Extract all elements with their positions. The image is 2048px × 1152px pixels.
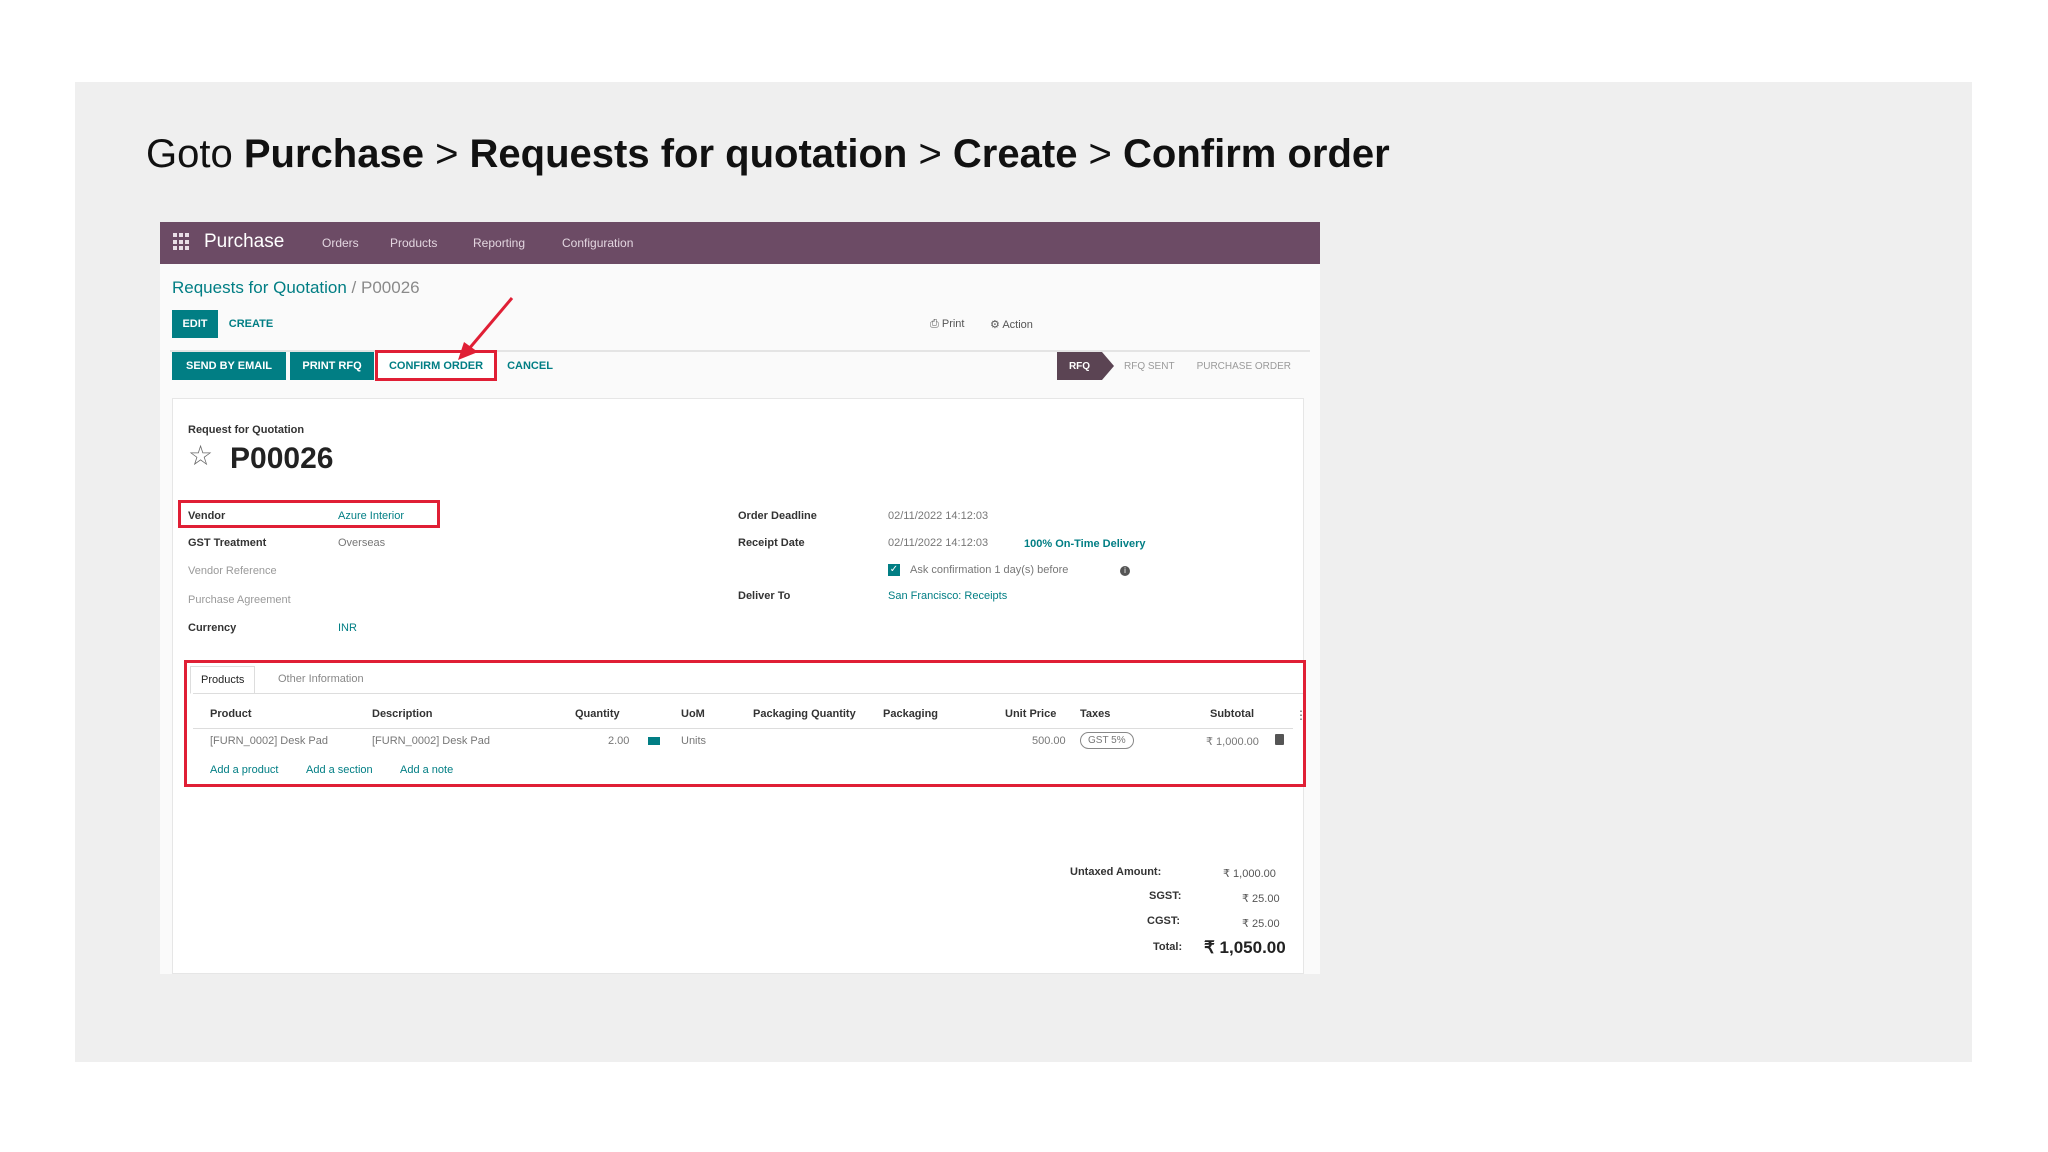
title-prefix: Goto <box>146 132 244 176</box>
action-menu[interactable]: ⚙ Action <box>990 318 1033 331</box>
order-deadline-field[interactable]: 02/11/2022 14:12:03 <box>888 510 988 522</box>
title-separator: > <box>423 132 470 176</box>
deliver-to-field[interactable]: San Francisco: Receipts <box>888 590 1007 602</box>
red-arrow-annotation <box>458 297 514 360</box>
menu-reporting[interactable]: Reporting <box>473 236 525 250</box>
cgst-value: ₹ 25.00 <box>1242 918 1280 930</box>
ontime-delivery-badge[interactable]: 100% On-Time Delivery <box>1024 538 1145 550</box>
top-navbar: Purchase Orders Products Reporting Confi… <box>160 222 1320 264</box>
slide-title: Goto Purchase > Requests for quotation >… <box>146 132 1390 177</box>
doc-type-label: Request for Quotation <box>188 424 305 436</box>
sgst-label: SGST: <box>1149 890 1182 902</box>
title-step-create: Create <box>952 132 1078 176</box>
star-icon[interactable]: ☆ <box>188 442 213 470</box>
create-button[interactable]: CREATE <box>224 310 278 338</box>
receipt-date-field[interactable]: 02/11/2022 14:12:03 <box>888 537 988 549</box>
status-bar: RFQ RFQ SENT PURCHASE ORDER <box>1057 352 1291 380</box>
status-current-rfq[interactable]: RFQ <box>1057 352 1114 380</box>
currency-label: Currency <box>188 622 237 634</box>
total-label: Total: <box>1153 941 1183 953</box>
gst-treatment-field[interactable]: Overseas <box>338 537 385 549</box>
app-name[interactable]: Purchase <box>204 231 284 253</box>
odoo-screenshot: Purchase Orders Products Reporting Confi… <box>160 222 1320 974</box>
title-step-rfq: Requests for quotation <box>469 132 908 176</box>
gear-icon: ⚙ <box>990 319 1003 331</box>
status-step-rfq-sent[interactable]: RFQ SENT <box>1124 361 1175 372</box>
sgst-value: ₹ 25.00 <box>1242 893 1280 905</box>
printer-icon: ⎙ <box>930 318 942 330</box>
order-deadline-label: Order Deadline <box>738 510 817 522</box>
breadcrumb: Requests for Quotation / P00026 <box>172 278 420 298</box>
ask-confirmation-checkbox[interactable]: ✓ <box>888 564 900 576</box>
action-label: Action <box>1002 319 1033 331</box>
purchase-agreement-label: Purchase Agreement <box>188 594 291 606</box>
print-rfq-button[interactable]: PRINT RFQ <box>290 352 374 380</box>
title-separator: > <box>1077 132 1124 176</box>
deliver-to-label: Deliver To <box>738 590 791 602</box>
menu-orders[interactable]: Orders <box>322 236 359 250</box>
gst-treatment-label: GST Treatment <box>188 537 267 549</box>
print-label: Print <box>941 318 965 330</box>
menu-products[interactable]: Products <box>390 236 437 250</box>
apps-grid-icon[interactable] <box>173 233 191 251</box>
vendor-reference-label: Vendor Reference <box>188 565 277 577</box>
info-icon: i <box>1120 566 1130 576</box>
total-value: ₹ 1,050.00 <box>1204 938 1286 957</box>
title-separator: > <box>907 132 953 176</box>
send-by-email-button[interactable]: SEND BY EMAIL <box>172 352 286 380</box>
edit-button[interactable]: EDIT <box>172 310 218 338</box>
status-step-purchase-order[interactable]: PURCHASE ORDER <box>1197 361 1291 372</box>
highlight-order-lines <box>184 660 1306 787</box>
cgst-label: CGST: <box>1147 915 1180 927</box>
title-step-purchase: Purchase <box>243 132 424 176</box>
untaxed-amount-label: Untaxed Amount: <box>1070 866 1162 878</box>
ask-confirmation-text: Ask confirmation 1 day(s) before <box>910 564 1069 576</box>
print-menu[interactable]: ⎙ Print <box>930 318 964 331</box>
menu-configuration[interactable]: Configuration <box>562 236 633 250</box>
breadcrumb-separator: / <box>346 278 361 297</box>
title-step-confirm: Confirm order <box>1123 132 1390 176</box>
breadcrumb-parent[interactable]: Requests for Quotation <box>172 278 347 297</box>
currency-field[interactable]: INR <box>338 622 357 634</box>
doc-name: P00026 <box>230 442 334 475</box>
receipt-date-label: Receipt Date <box>738 537 805 549</box>
highlight-vendor <box>178 500 440 528</box>
untaxed-amount-value: ₹ 1,000.00 <box>1223 868 1276 880</box>
breadcrumb-current: P00026 <box>361 278 420 297</box>
